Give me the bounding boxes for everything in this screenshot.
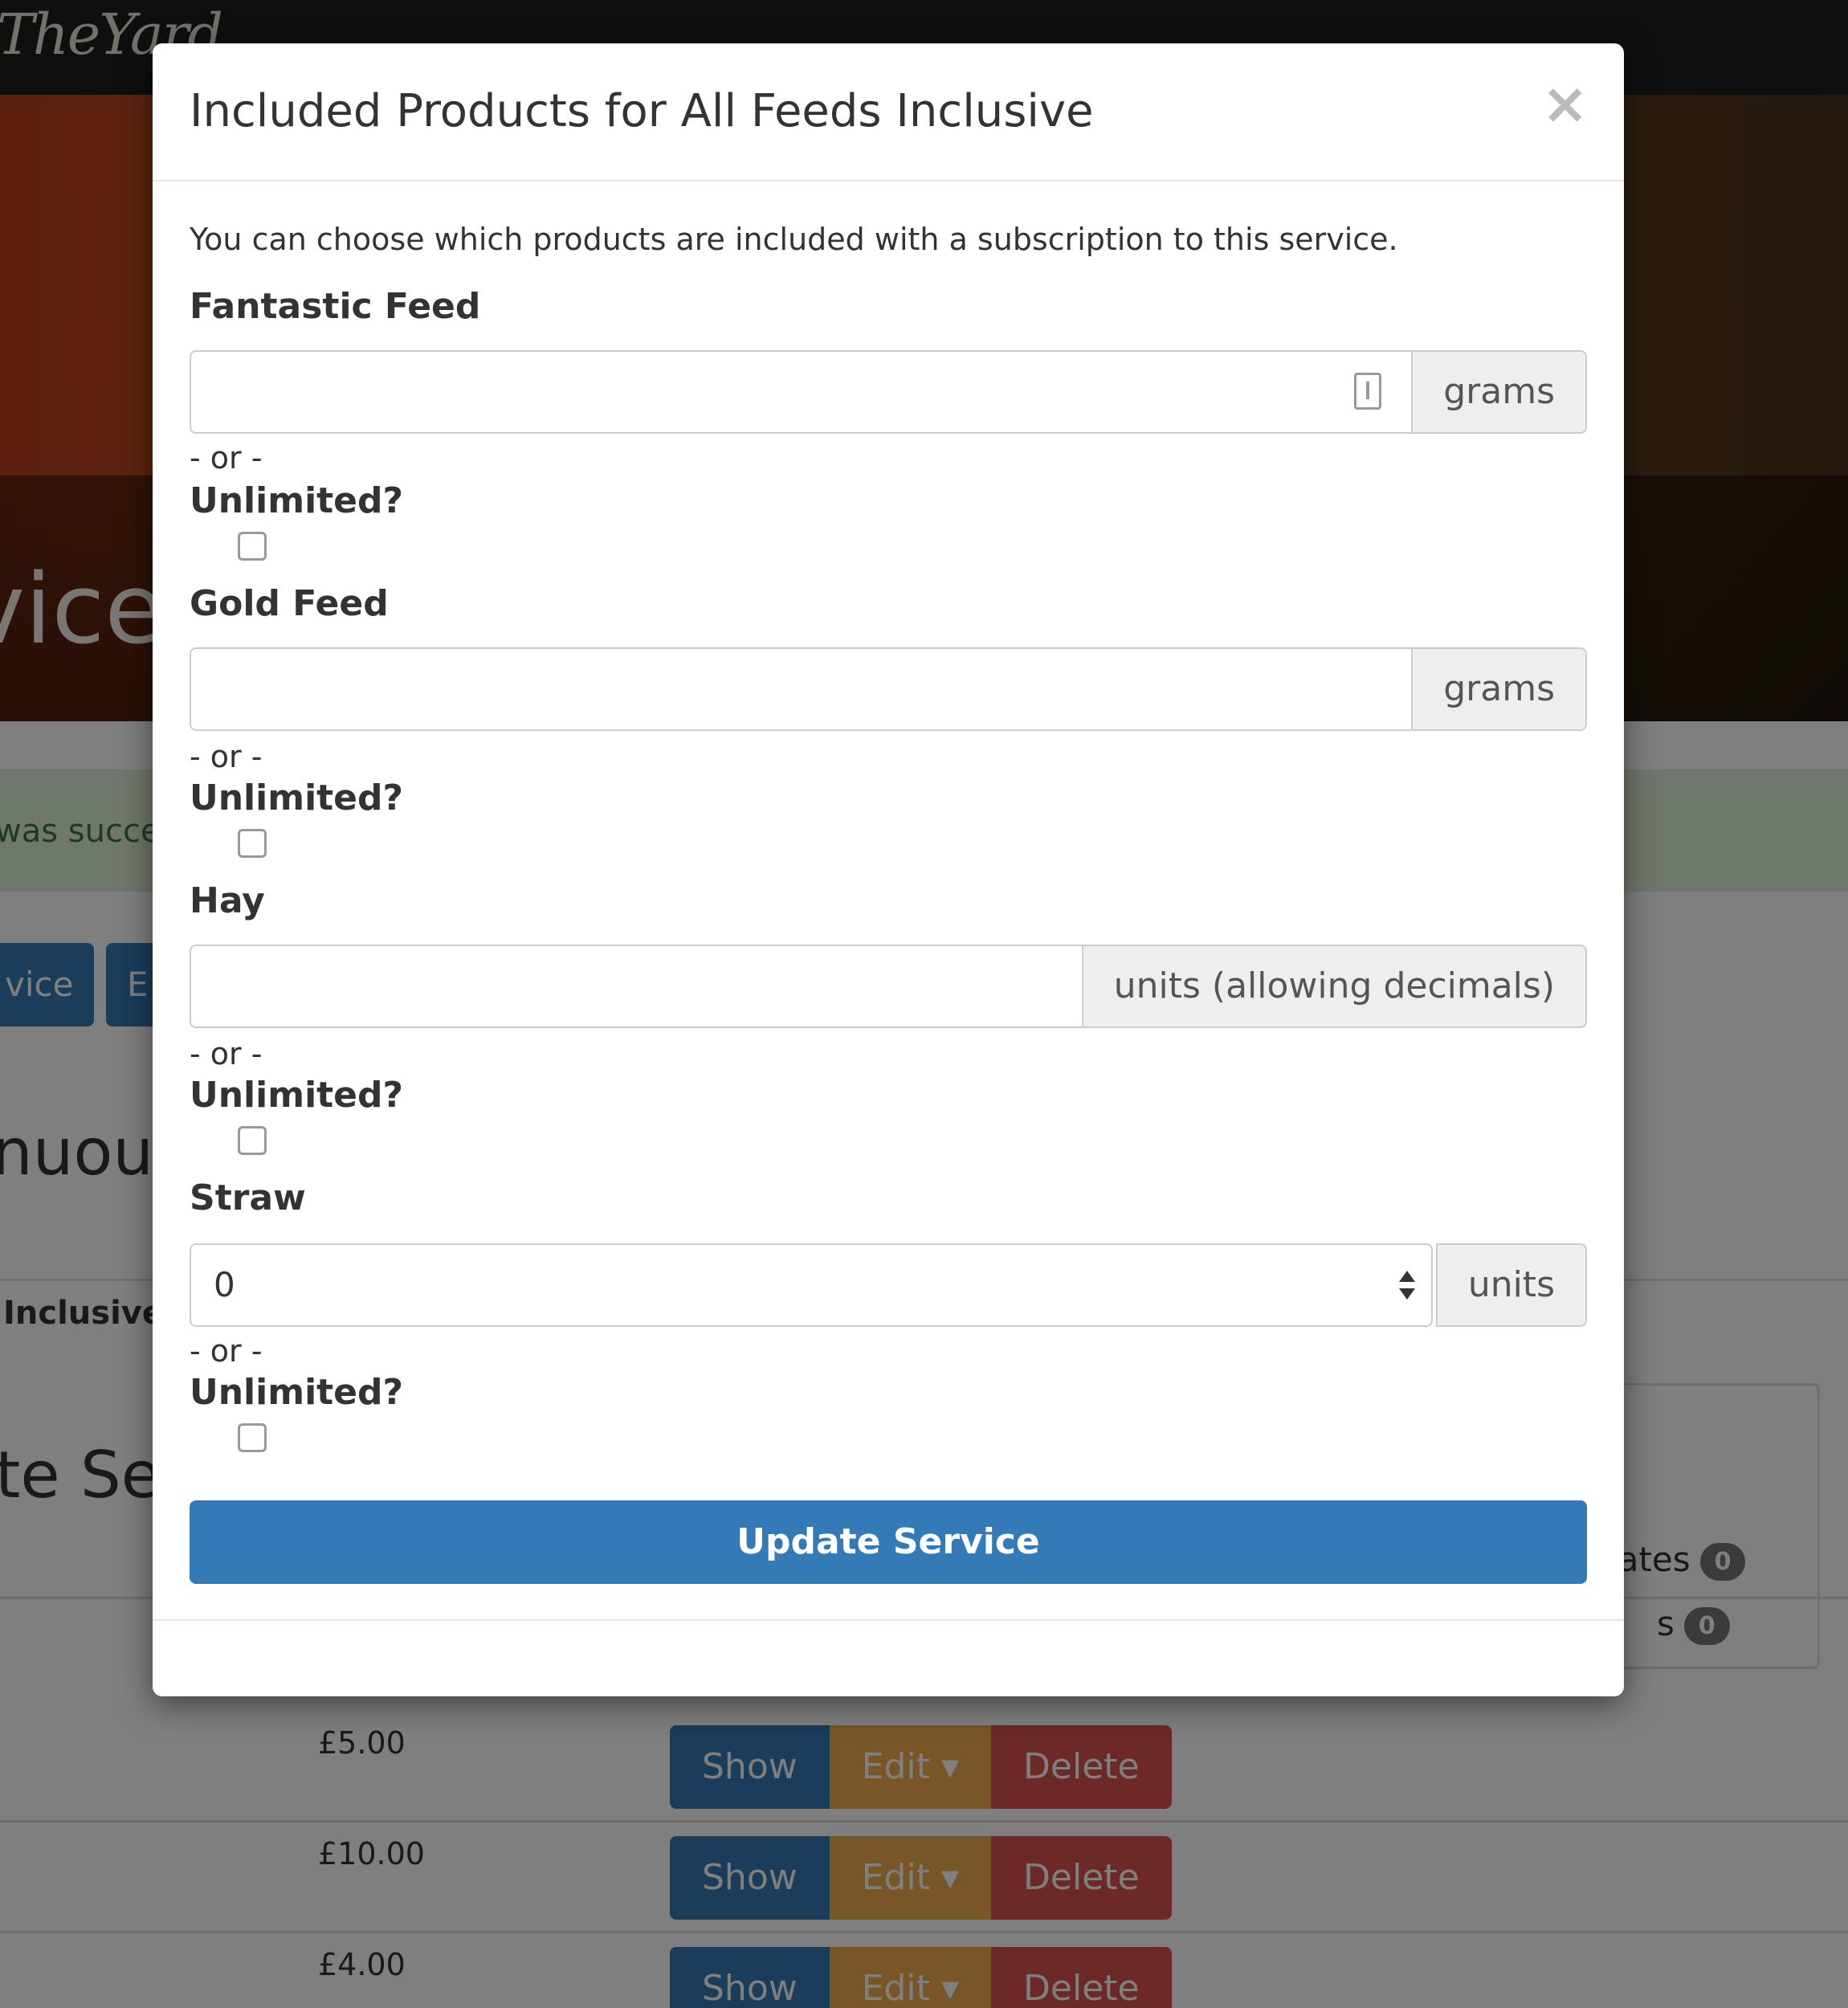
or-separator: - or - xyxy=(190,739,263,774)
unlimited-label: Unlimited? xyxy=(190,1075,404,1116)
gold-feed-amount-input[interactable] xyxy=(190,647,1412,731)
update-service-button[interactable]: Update Service xyxy=(190,1500,1587,1584)
modal-title: Included Products for All Feeds Inclusiv… xyxy=(190,85,1094,137)
or-separator: - or - xyxy=(190,1036,263,1071)
included-products-modal: Included Products for All Feeds Inclusiv… xyxy=(153,43,1624,1696)
close-icon[interactable]: × xyxy=(1541,76,1589,132)
unit-addon: grams xyxy=(1411,647,1587,731)
product-label-straw: Straw xyxy=(190,1177,306,1218)
modal-intro: You can choose which products are includ… xyxy=(190,222,1398,257)
product-label-hay: Hay xyxy=(190,880,265,921)
or-separator: - or - xyxy=(190,1333,263,1369)
autofill-icon[interactable] xyxy=(1354,373,1381,410)
unit-addon: units (allowing decimals) xyxy=(1081,945,1587,1028)
unlimited-checkbox-straw[interactable] xyxy=(238,1423,267,1452)
product-label-fantastic-feed: Fantastic Feed xyxy=(190,286,481,327)
unlimited-checkbox-hay[interactable] xyxy=(238,1126,267,1155)
modal-header: Included Products for All Feeds Inclusiv… xyxy=(153,43,1624,182)
unlimited-label: Unlimited? xyxy=(190,777,404,818)
unlimited-label: Unlimited? xyxy=(190,480,404,521)
unit-addon: units xyxy=(1435,1243,1587,1327)
straw-input-group: 0 units xyxy=(190,1243,1587,1327)
hay-input-group: units (allowing decimals) xyxy=(190,945,1587,1028)
fantastic-feed-amount-input[interactable] xyxy=(190,350,1412,434)
unlimited-checkbox-fantastic-feed[interactable] xyxy=(238,532,267,561)
straw-amount-value: 0 xyxy=(214,1265,235,1304)
straw-amount-input[interactable]: 0 xyxy=(190,1243,1433,1327)
or-separator: - or - xyxy=(190,440,263,475)
unlimited-checkbox-gold-feed[interactable] xyxy=(238,829,267,858)
unit-addon: grams xyxy=(1411,350,1587,434)
product-label-gold-feed: Gold Feed xyxy=(190,583,389,624)
gold-feed-input-group: grams xyxy=(190,647,1587,731)
hay-amount-input[interactable] xyxy=(190,945,1082,1028)
unlimited-label: Unlimited? xyxy=(190,1372,404,1413)
modal-footer xyxy=(153,1619,1624,1621)
number-spinner-icon[interactable] xyxy=(1397,1267,1417,1306)
